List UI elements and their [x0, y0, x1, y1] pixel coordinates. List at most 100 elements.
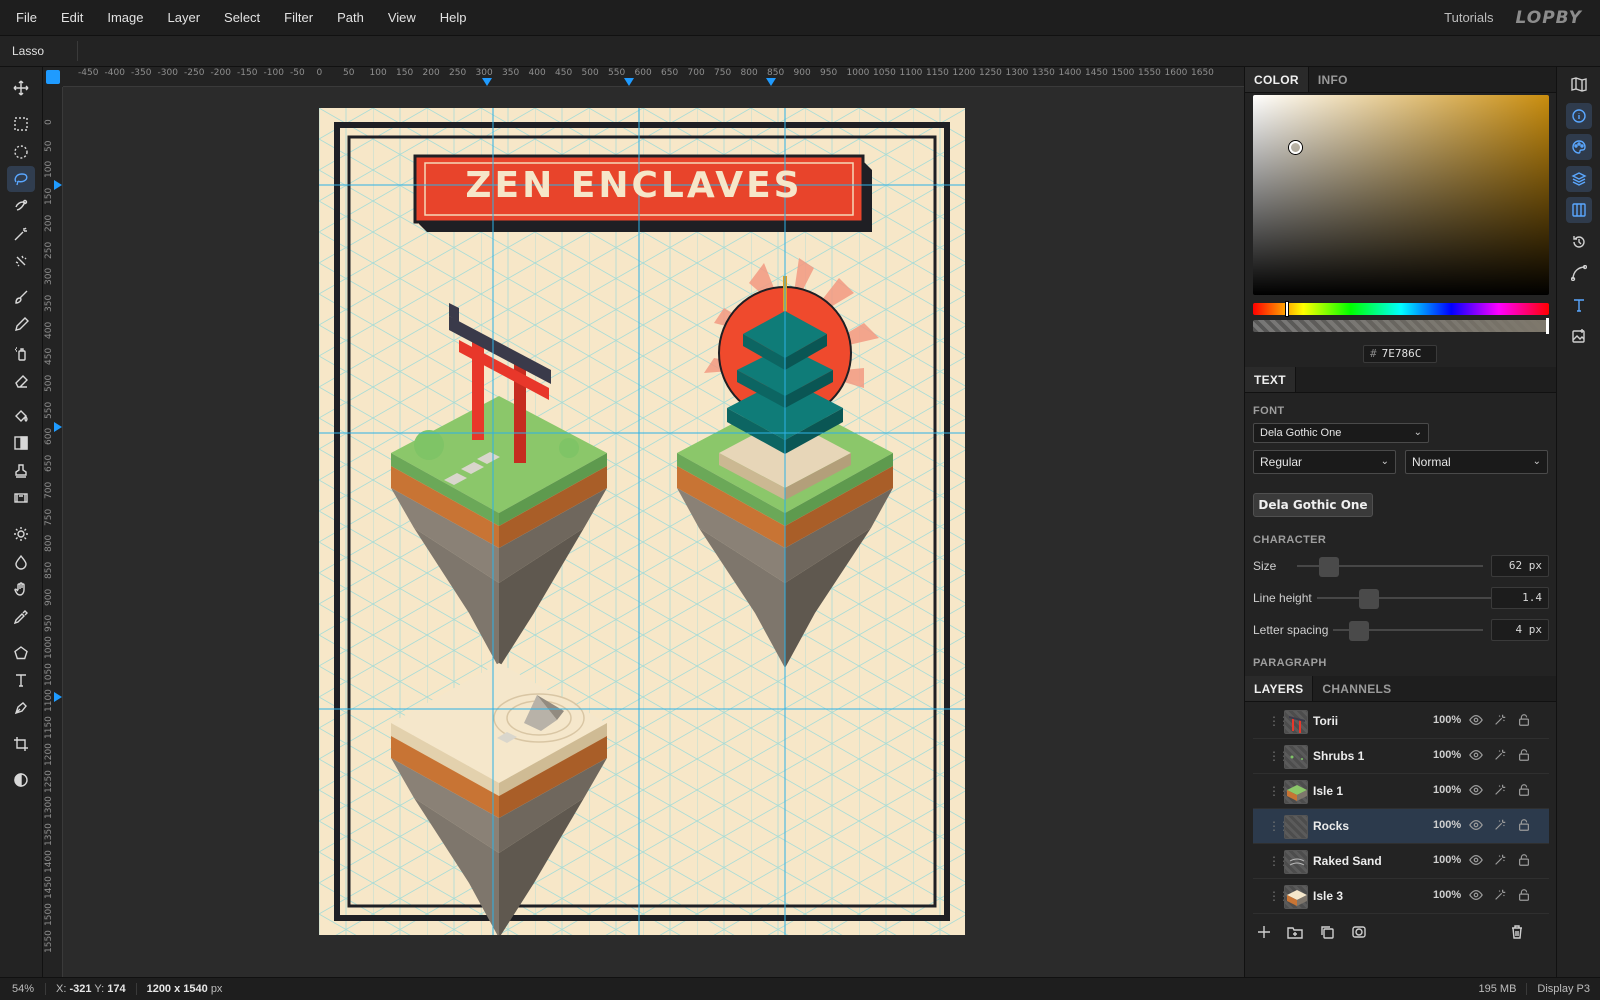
eye-icon[interactable] [1469, 888, 1485, 904]
menu-filter[interactable]: Filter [272, 0, 325, 36]
quick-select-tool[interactable] [7, 193, 35, 219]
size-input[interactable]: 62 px [1491, 555, 1549, 577]
layer-opacity[interactable]: 100% [1433, 889, 1461, 901]
tab-color[interactable]: COLOR [1245, 67, 1309, 92]
eye-icon[interactable] [1469, 853, 1485, 869]
color-profile[interactable]: Display P3 [1527, 983, 1600, 995]
eraser-tool[interactable] [7, 367, 35, 393]
line-height-track[interactable] [1317, 597, 1499, 599]
curve-icon[interactable] [1566, 260, 1592, 286]
document-canvas[interactable]: ZEN ENCLAVES [319, 108, 965, 935]
text-icon[interactable] [1566, 292, 1592, 318]
brush-tool[interactable] [7, 284, 35, 310]
text-tool[interactable] [7, 667, 35, 693]
crop-tool[interactable] [7, 731, 35, 757]
font-family-select[interactable]: Dela Gothic One ⌄ [1253, 423, 1429, 443]
layer-row[interactable]: ⋮⋮ Rocks 100% [1253, 809, 1549, 844]
spray-tool[interactable] [7, 340, 35, 366]
stamp-tool[interactable] [7, 458, 35, 484]
layer-name[interactable]: Torii [1313, 714, 1338, 728]
map-icon[interactable] [1566, 71, 1592, 97]
eyedropper-tool[interactable] [7, 604, 35, 630]
menu-path[interactable]: Path [325, 0, 376, 36]
gradient-tool[interactable] [7, 430, 35, 456]
effects-icon[interactable] [1493, 783, 1509, 799]
lasso-tool[interactable] [7, 166, 35, 192]
ruler-corner[interactable] [43, 67, 63, 87]
pencil-tool[interactable] [7, 312, 35, 338]
font-preview[interactable]: Dela Gothic One [1253, 493, 1373, 517]
effects-icon[interactable] [1493, 818, 1509, 834]
vertical-ruler[interactable]: 0 50 100 150 200 250 300 350 400 450 500 550 600 650 7… [43, 87, 63, 977]
eye-icon[interactable] [1469, 748, 1485, 764]
layer-row[interactable]: ⋮⋮ Raked Sand 100% [1253, 844, 1549, 879]
history-icon[interactable] [1566, 229, 1592, 255]
lock-icon[interactable] [1517, 818, 1533, 834]
size-thumb[interactable] [1319, 557, 1339, 577]
image-edit-icon[interactable] [1566, 323, 1592, 349]
hex-input[interactable]: #7E786C [1363, 345, 1437, 363]
guide-marker[interactable] [54, 422, 62, 432]
fill-tool[interactable] [7, 403, 35, 429]
font-weight-select[interactable]: Regular ⌄ [1253, 450, 1396, 474]
guide-marker[interactable] [482, 78, 492, 86]
eye-icon[interactable] [1469, 818, 1485, 834]
tutorials-link[interactable]: Tutorials [1444, 10, 1493, 25]
duplicate-layer-icon[interactable] [1319, 924, 1337, 942]
layer-mask-icon[interactable] [1351, 924, 1369, 942]
magic-wand-tool[interactable] [7, 221, 35, 247]
title-text[interactable]: ZEN ENCLAVES [414, 155, 854, 217]
lock-icon[interactable] [1517, 888, 1533, 904]
layer-name[interactable]: Raked Sand [1313, 854, 1382, 868]
lock-icon[interactable] [1517, 748, 1533, 764]
canvas-area[interactable]: ZEN ENCLAVES [63, 88, 1244, 977]
guide-marker[interactable] [766, 78, 776, 86]
guide-marker[interactable] [624, 78, 634, 86]
menu-view[interactable]: View [376, 0, 428, 36]
filmstrip-tool[interactable] [7, 485, 35, 511]
layers-icon[interactable] [1566, 166, 1592, 192]
layer-row[interactable]: ⋮⋮ Isle 1 100% [1253, 774, 1549, 809]
eye-icon[interactable] [1469, 783, 1485, 799]
layer-name[interactable]: Isle 3 [1313, 889, 1343, 903]
ellipse-select-tool[interactable] [7, 139, 35, 165]
guide-marker[interactable] [54, 180, 62, 190]
tab-text[interactable]: TEXT [1245, 367, 1296, 392]
contrast-tool[interactable] [7, 767, 35, 793]
hand-tool[interactable] [7, 576, 35, 602]
layer-opacity[interactable]: 100% [1433, 854, 1461, 866]
layer-name[interactable]: Isle 1 [1313, 784, 1343, 798]
new-group-icon[interactable] [1287, 924, 1305, 942]
hue-thumb[interactable] [1285, 301, 1289, 317]
move-tool[interactable] [7, 75, 35, 101]
lock-icon[interactable] [1517, 783, 1533, 799]
menu-select[interactable]: Select [212, 0, 272, 36]
palette-icon[interactable] [1566, 134, 1592, 160]
lock-icon[interactable] [1517, 853, 1533, 869]
pen-tool[interactable] [7, 695, 35, 721]
letter-spacing-input[interactable]: 4 px [1491, 619, 1549, 641]
title-banner-text-box[interactable]: ZEN ENCLAVES [414, 155, 866, 226]
alpha-thumb[interactable] [1546, 318, 1549, 334]
object-select-tool[interactable] [7, 248, 35, 274]
delete-layer-icon[interactable] [1509, 924, 1527, 942]
eye-icon[interactable] [1469, 713, 1485, 729]
menu-edit[interactable]: Edit [49, 0, 95, 36]
alpha-slider[interactable] [1253, 318, 1549, 334]
tab-info[interactable]: INFO [1309, 67, 1357, 92]
menu-layer[interactable]: Layer [156, 0, 213, 36]
font-style-select[interactable]: Normal ⌄ [1405, 450, 1548, 474]
horizontal-ruler[interactable]: -450 -400 -350 -300 -250 -200 -150 -100 -50 0 50 10… [63, 67, 1244, 87]
letter-spacing-thumb[interactable] [1349, 621, 1369, 641]
zoom-level[interactable]: 54% [0, 983, 46, 995]
menu-help[interactable]: Help [428, 0, 479, 36]
line-height-thumb[interactable] [1359, 589, 1379, 609]
add-layer-icon[interactable] [1256, 924, 1274, 942]
layer-opacity[interactable]: 100% [1433, 819, 1461, 831]
layer-name[interactable]: Shrubs 1 [1313, 749, 1364, 763]
menu-image[interactable]: Image [95, 0, 155, 36]
guide-marker[interactable] [54, 692, 62, 702]
layer-row[interactable]: ⋮⋮ Isle 3 100% [1253, 879, 1549, 914]
hue-slider[interactable] [1253, 301, 1549, 317]
effects-icon[interactable] [1493, 888, 1509, 904]
